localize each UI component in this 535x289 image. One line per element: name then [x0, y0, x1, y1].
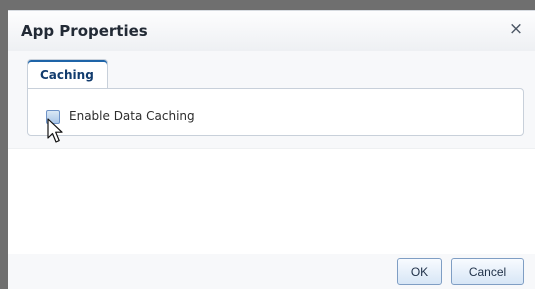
dialog-title: App Properties [21, 22, 148, 40]
ok-button[interactable]: OK [397, 258, 442, 285]
window-background: App Properties × Caching Enable Data Cac… [0, 0, 535, 289]
enable-data-caching-label[interactable]: Enable Data Caching [69, 109, 195, 123]
enable-data-caching-checkbox[interactable] [46, 110, 60, 124]
dialog-title-bar: App Properties × [8, 11, 535, 51]
cancel-button[interactable]: Cancel [451, 258, 524, 285]
app-properties-dialog: App Properties × Caching Enable Data Cac… [8, 10, 535, 289]
dialog-content-area [8, 148, 535, 254]
close-icon[interactable]: × [507, 20, 525, 38]
tab-caching[interactable]: Caching [27, 59, 108, 89]
tab-caching-label: Caching [40, 68, 94, 82]
caching-tab-panel: Enable Data Caching [27, 88, 524, 136]
